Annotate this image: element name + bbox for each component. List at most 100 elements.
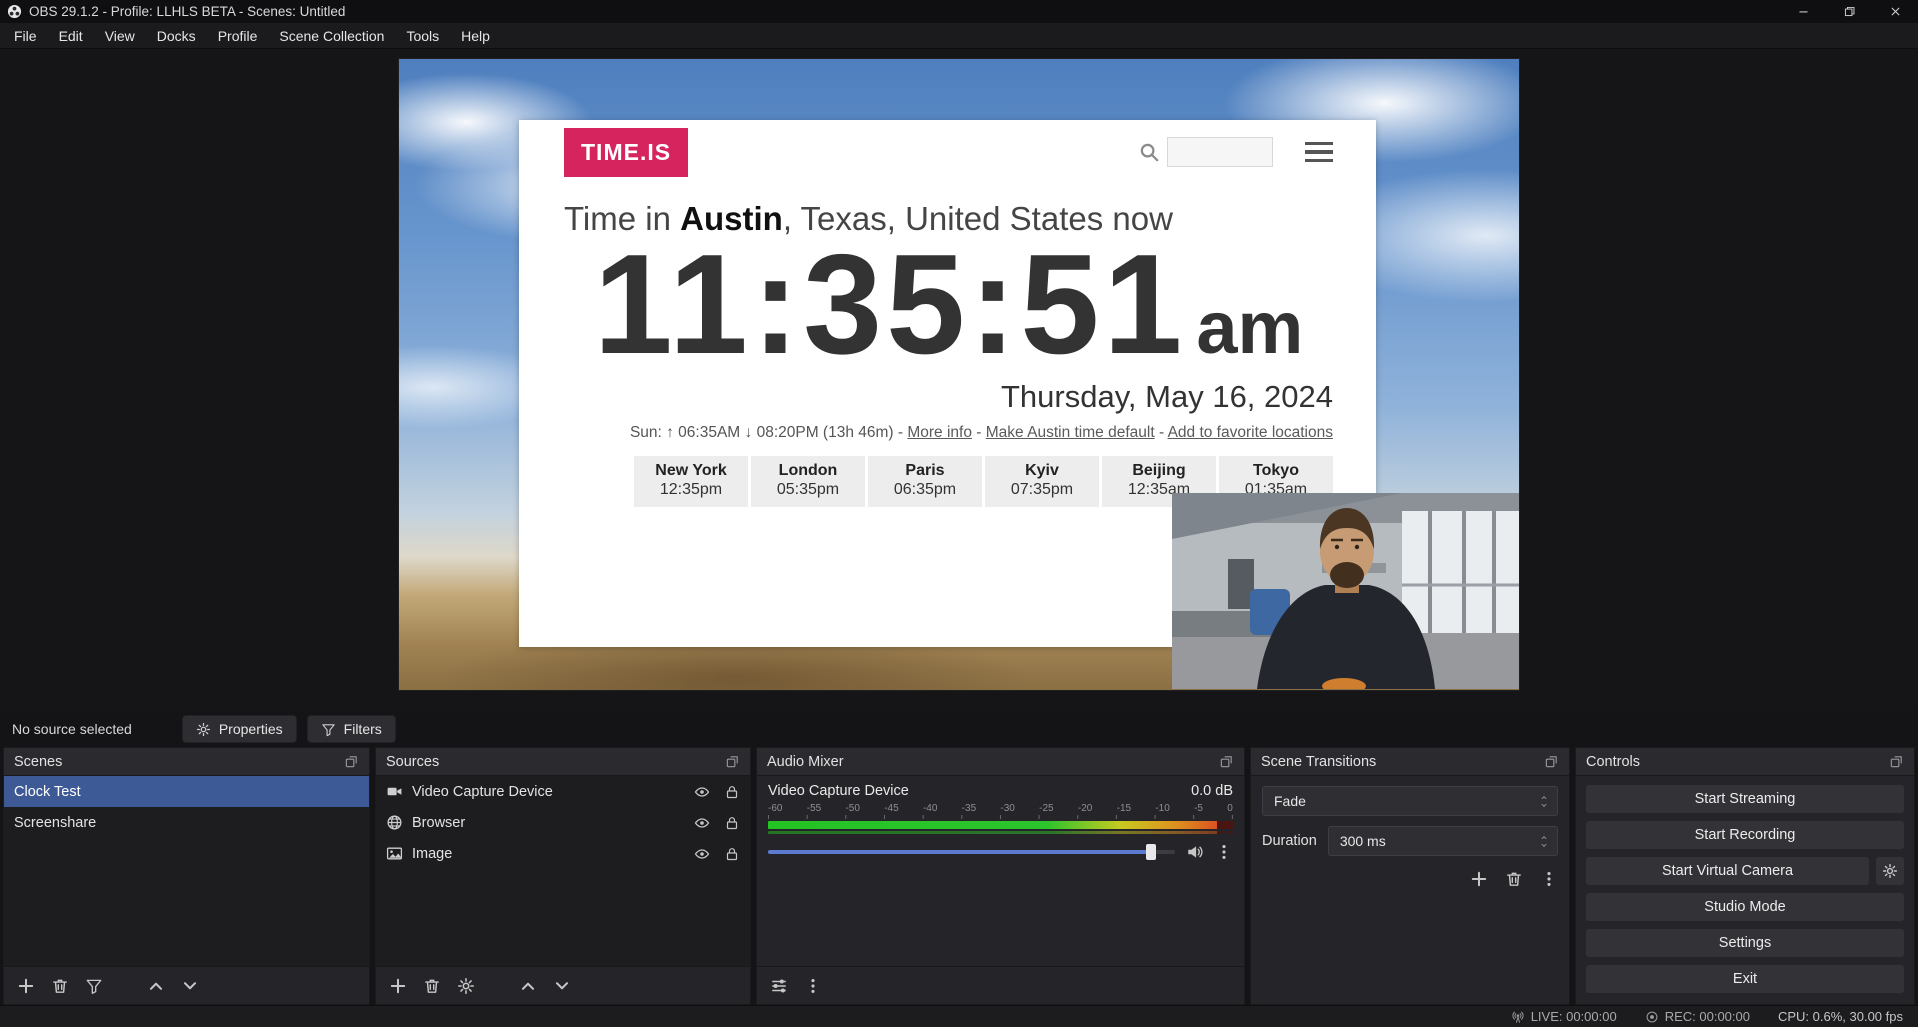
city-name: London bbox=[751, 462, 865, 480]
virtual-camera-settings-button[interactable] bbox=[1875, 856, 1905, 886]
popout-icon[interactable] bbox=[1219, 754, 1234, 769]
menu-item-help[interactable]: Help bbox=[450, 23, 501, 48]
separator-text: - bbox=[972, 424, 986, 441]
live-time: LIVE: 00:00:00 bbox=[1531, 1009, 1617, 1024]
duration-spinbox[interactable]: 300 ms bbox=[1328, 826, 1558, 856]
source-status-text: No source selected bbox=[12, 721, 132, 737]
eye-icon[interactable] bbox=[694, 815, 710, 831]
popout-icon[interactable] bbox=[1889, 754, 1904, 769]
record-icon bbox=[1645, 1010, 1659, 1024]
more-info-link: More info bbox=[907, 424, 972, 441]
speaker-icon[interactable] bbox=[1186, 843, 1204, 861]
studio-mode-button[interactable]: Studio Mode bbox=[1585, 892, 1905, 922]
source-actions bbox=[694, 815, 740, 831]
popout-icon[interactable] bbox=[1544, 754, 1559, 769]
scene-move-down-button[interactable] bbox=[181, 977, 199, 995]
mixer-options-button[interactable] bbox=[804, 977, 822, 995]
source-properties-button[interactable] bbox=[457, 977, 475, 995]
lock-icon[interactable] bbox=[724, 846, 740, 862]
search-input bbox=[1167, 137, 1273, 167]
eye-icon[interactable] bbox=[694, 846, 710, 862]
remove-source-button[interactable] bbox=[423, 977, 441, 995]
timeis-header: TIME.IS bbox=[564, 127, 1333, 177]
minimize-button[interactable] bbox=[1780, 0, 1826, 23]
sources-dock-header: Sources bbox=[376, 748, 750, 776]
settings-button[interactable]: Settings bbox=[1585, 928, 1905, 958]
add-scene-button[interactable] bbox=[17, 977, 35, 995]
filters-button[interactable]: Filters bbox=[307, 715, 396, 743]
db-tick-label: -50 bbox=[845, 803, 859, 814]
scene-move-up-button[interactable] bbox=[147, 977, 165, 995]
mixer-tick-marks bbox=[768, 815, 1233, 819]
audio-mixer-dock: Audio Mixer Video Capture Device 0.0 dB … bbox=[756, 747, 1245, 1005]
sliders-icon bbox=[770, 977, 788, 995]
sources-list: Video Capture Device Browser bbox=[376, 776, 750, 966]
maximize-button[interactable] bbox=[1826, 0, 1872, 23]
advanced-audio-button[interactable] bbox=[770, 977, 788, 995]
rec-status: REC: 00:00:00 bbox=[1645, 1009, 1750, 1024]
city-time: 12:35pm bbox=[634, 481, 748, 499]
scenes-dock-title: Scenes bbox=[14, 754, 62, 770]
add-transition-button[interactable] bbox=[1470, 870, 1488, 888]
obs-window: OBS 29.1.2 - Profile: LLHLS BETA - Scene… bbox=[0, 0, 1918, 1027]
source-item-video-capture-device[interactable]: Video Capture Device bbox=[376, 776, 750, 807]
add-source-button[interactable] bbox=[389, 977, 407, 995]
remove-scene-button[interactable] bbox=[51, 977, 69, 995]
source-label: Image bbox=[412, 846, 452, 862]
menu-item-tools[interactable]: Tools bbox=[395, 23, 450, 48]
lock-icon[interactable] bbox=[724, 784, 740, 800]
virtual-camera-row: Start Virtual Camera bbox=[1585, 856, 1905, 886]
volume-slider-fill bbox=[768, 850, 1151, 854]
menu-item-profile[interactable]: Profile bbox=[207, 23, 269, 48]
menu-item-docks[interactable]: Docks bbox=[146, 23, 207, 48]
scene-label: Clock Test bbox=[14, 784, 81, 800]
mixer-level-db: 0.0 dB bbox=[1191, 783, 1233, 799]
scenes-dock-header: Scenes bbox=[4, 748, 369, 776]
duration-label: Duration bbox=[1262, 833, 1317, 849]
mixer-channel-name: Video Capture Device bbox=[768, 783, 909, 799]
volume-meter-secondary bbox=[768, 831, 1233, 834]
scene-item-clock-test[interactable]: Clock Test bbox=[4, 776, 369, 807]
menu-item-scene-collection[interactable]: Scene Collection bbox=[268, 23, 395, 48]
sources-dock-title: Sources bbox=[386, 754, 439, 770]
controls-dock: Controls Start Streaming Start Recording… bbox=[1575, 747, 1915, 1005]
close-button[interactable] bbox=[1872, 0, 1918, 23]
source-item-image[interactable]: Image bbox=[376, 838, 750, 869]
menu-item-edit[interactable]: Edit bbox=[48, 23, 94, 48]
source-item-browser[interactable]: Browser bbox=[376, 807, 750, 838]
remove-transition-button[interactable] bbox=[1505, 870, 1523, 888]
popout-icon[interactable] bbox=[344, 754, 359, 769]
properties-button[interactable]: Properties bbox=[182, 715, 297, 743]
city-name: Tokyo bbox=[1219, 462, 1333, 480]
window-title: OBS 29.1.2 - Profile: LLHLS BETA - Scene… bbox=[29, 4, 345, 19]
gear-icon bbox=[457, 977, 475, 995]
start-virtual-camera-button[interactable]: Start Virtual Camera bbox=[1585, 856, 1870, 886]
menu-item-file[interactable]: File bbox=[3, 23, 48, 48]
kebab-menu-icon bbox=[804, 977, 822, 995]
city-cell-london: London05:35pm bbox=[751, 456, 865, 507]
scene-filters-button[interactable] bbox=[85, 977, 103, 995]
eye-icon[interactable] bbox=[694, 784, 710, 800]
camera-icon bbox=[386, 783, 403, 800]
transition-options-button[interactable] bbox=[1540, 870, 1558, 888]
menu-item-view[interactable]: View bbox=[94, 23, 146, 48]
volume-slider-handle[interactable] bbox=[1146, 844, 1156, 860]
volume-slider[interactable] bbox=[768, 850, 1175, 854]
source-move-up-button[interactable] bbox=[519, 977, 537, 995]
start-recording-button[interactable]: Start Recording bbox=[1585, 820, 1905, 850]
transition-select[interactable]: Fade bbox=[1262, 786, 1558, 816]
scenes-toolbar bbox=[4, 966, 369, 1004]
exit-button[interactable]: Exit bbox=[1585, 964, 1905, 994]
audio-mixer-body: Video Capture Device 0.0 dB -60 -55 -50 … bbox=[757, 776, 1244, 966]
start-streaming-button[interactable]: Start Streaming bbox=[1585, 784, 1905, 814]
spin-arrows bbox=[1539, 834, 1549, 849]
preview-canvas[interactable]: TIME.IS Time in Austin, Texas, United St… bbox=[399, 59, 1519, 690]
current-date: Thursday, May 16, 2024 bbox=[564, 379, 1333, 415]
popout-icon[interactable] bbox=[725, 754, 740, 769]
source-toolbar: No source selected Properties Filters bbox=[0, 711, 1918, 747]
channel-options-button[interactable] bbox=[1215, 843, 1233, 861]
city-name: Paris bbox=[868, 462, 982, 480]
lock-icon[interactable] bbox=[724, 815, 740, 831]
scene-item-screenshare[interactable]: Screenshare bbox=[4, 807, 369, 838]
source-move-down-button[interactable] bbox=[553, 977, 571, 995]
